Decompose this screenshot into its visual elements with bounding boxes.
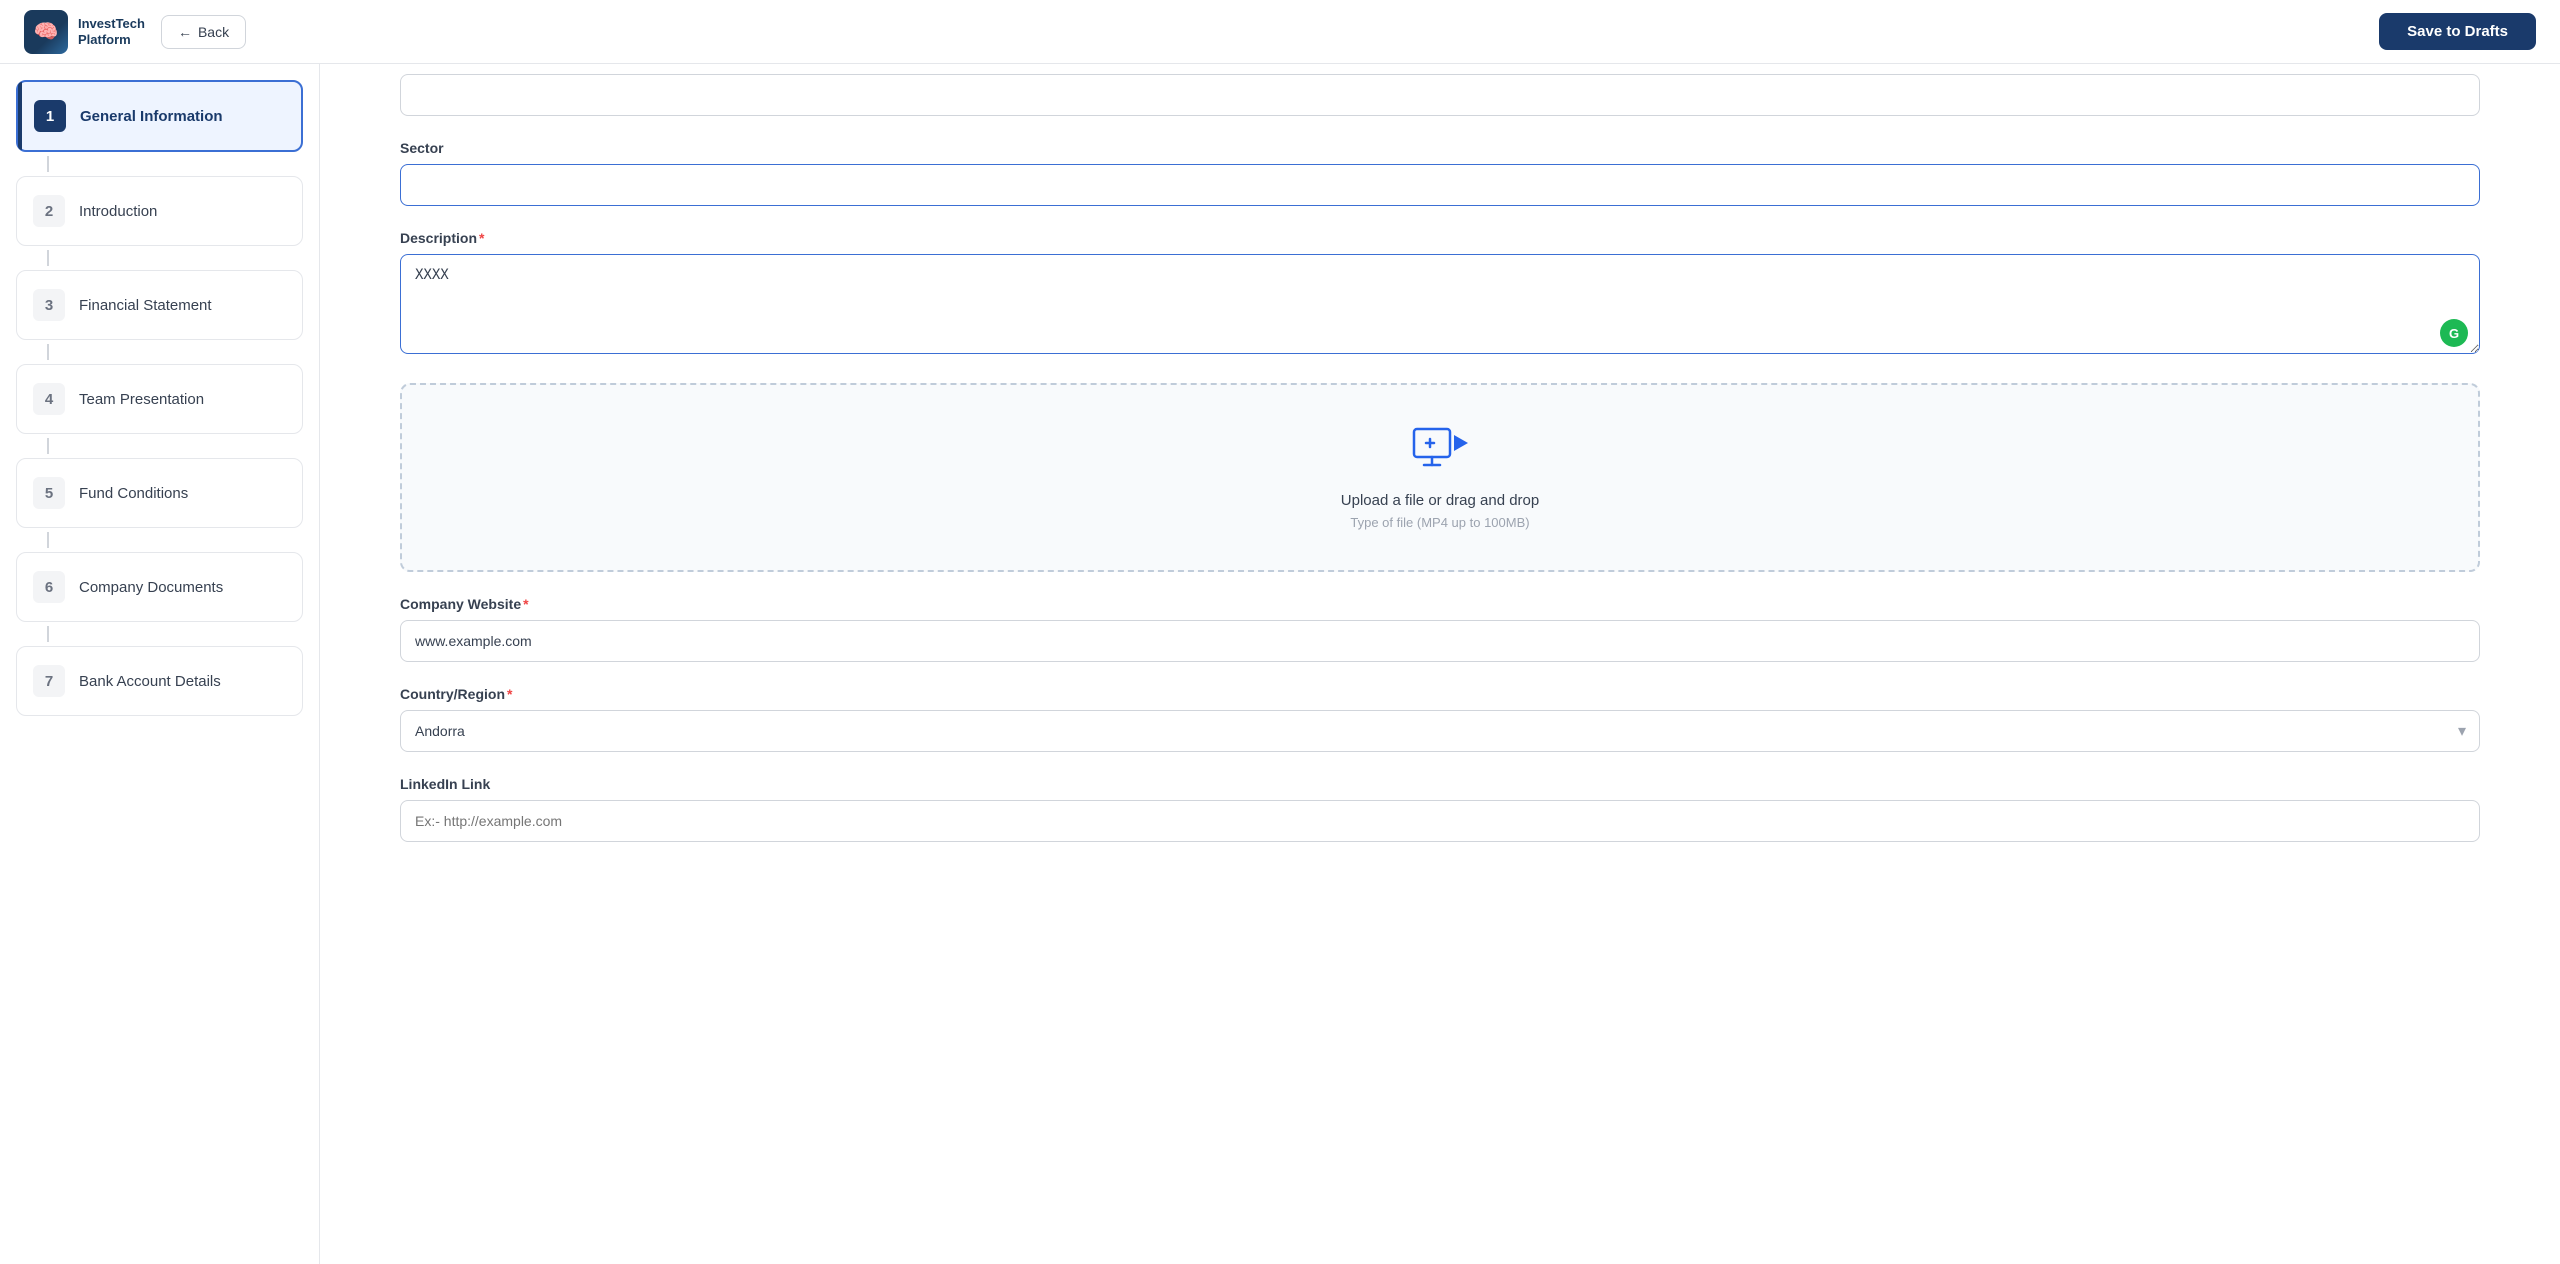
sector-input[interactable] [400,164,2480,206]
back-arrow-icon: ← [178,24,192,40]
upload-subtext: Type of file (MP4 up to 100MB) [1350,515,1529,530]
header: 🧠 InvestTech Platform ← Back Save to Dra… [0,0,2560,64]
sidebar-connector-3 [47,344,49,360]
description-textarea-wrapper: XXXX G [400,254,2480,359]
sidebar-item-company-documents[interactable]: 6 Company Documents [16,552,303,622]
description-label: Description* [400,230,2480,246]
sidebar-item-label-3: Financial Statement [79,297,212,314]
grammarly-icon: G [2440,319,2468,347]
linkedin-section: LinkedIn Link [400,776,2480,842]
sidebar-item-label-5: Fund Conditions [79,485,188,502]
sidebar: 1 General Information 2 Introduction 3 F… [0,64,320,1264]
sidebar-connector-1 [47,156,49,172]
country-section: Country/Region* Andorra United States Un… [400,686,2480,752]
sidebar-item-num-4: 4 [33,383,65,415]
form-content: Sector Description* XXXX G [320,64,2560,1264]
sidebar-item-num-5: 5 [33,477,65,509]
sidebar-item-fund-conditions[interactable]: 5 Fund Conditions [16,458,303,528]
back-button[interactable]: ← Back [161,15,246,49]
sidebar-item-num-2: 2 [33,195,65,227]
sidebar-item-team-presentation[interactable]: 4 Team Presentation [16,364,303,434]
sidebar-item-label-7: Bank Account Details [79,673,221,690]
country-select[interactable]: Andorra United States United Kingdom Fra… [400,710,2480,752]
partial-field-input[interactable] [400,74,2480,116]
company-website-input[interactable] [400,620,2480,662]
active-accent [18,82,22,150]
description-required-star: * [479,230,484,246]
linkedin-label: LinkedIn Link [400,776,2480,792]
header-left: 🧠 InvestTech Platform ← Back [24,10,246,54]
company-website-label: Company Website* [400,596,2480,612]
sidebar-item-label-2: Introduction [79,203,157,220]
linkedin-input[interactable] [400,800,2480,842]
description-section: Description* XXXX G [400,230,2480,359]
sidebar-connector-6 [47,626,49,642]
sidebar-connector-4 [47,438,49,454]
logo-icon: 🧠 [24,10,68,54]
sidebar-item-num-7: 7 [33,665,65,697]
company-website-required-star: * [523,596,528,612]
sidebar-item-label-6: Company Documents [79,579,223,596]
sidebar-item-label-1: General Information [80,108,223,125]
sidebar-item-num-6: 6 [33,571,65,603]
save-to-drafts-button[interactable]: Save to Drafts [2379,13,2536,50]
sidebar-item-bank-account-details[interactable]: 7 Bank Account Details [16,646,303,716]
sector-label: Sector [400,140,2480,156]
sidebar-item-introduction[interactable]: 2 Introduction [16,176,303,246]
sidebar-item-general-information[interactable]: 1 General Information [16,80,303,152]
sidebar-connector-5 [47,532,49,548]
logo-area: 🧠 InvestTech Platform [24,10,145,54]
file-upload-area[interactable]: Upload a file or drag and drop Type of f… [400,383,2480,572]
partial-field-section [400,64,2480,116]
upload-text: Upload a file or drag and drop [1341,492,1539,509]
company-website-section: Company Website* [400,596,2480,662]
sidebar-item-num-1: 1 [34,100,66,132]
sector-section: Sector [400,140,2480,206]
country-label: Country/Region* [400,686,2480,702]
country-select-wrapper: Andorra United States United Kingdom Fra… [400,710,2480,752]
description-textarea[interactable]: XXXX [400,254,2480,354]
sidebar-item-label-4: Team Presentation [79,391,204,408]
logo-text: InvestTech Platform [78,16,145,47]
main-layout: 1 General Information 2 Introduction 3 F… [0,64,2560,1264]
country-required-star: * [507,686,512,702]
sidebar-connector-2 [47,250,49,266]
sidebar-item-financial-statement[interactable]: 3 Financial Statement [16,270,303,340]
sidebar-item-num-3: 3 [33,289,65,321]
upload-video-icon [1412,425,1468,478]
